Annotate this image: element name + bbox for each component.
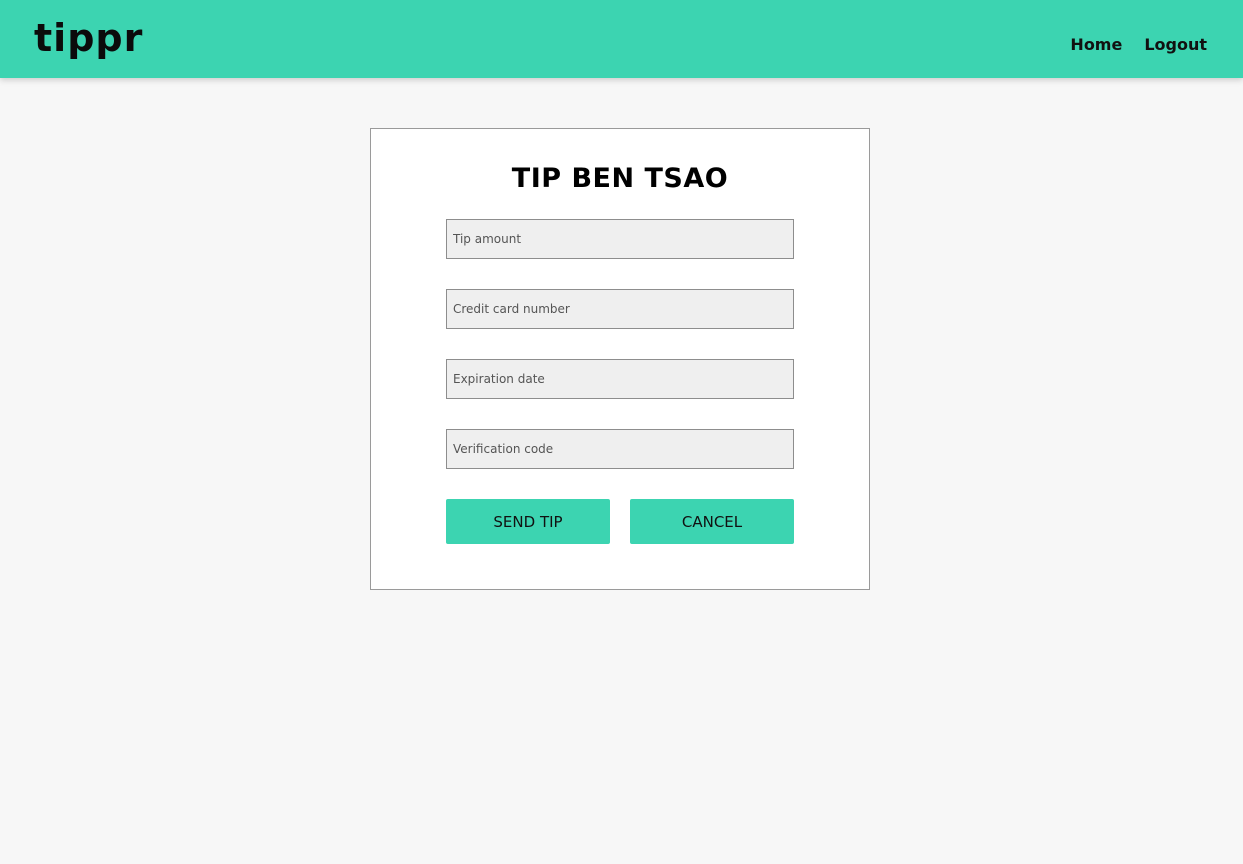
credit-card-number-input[interactable] <box>446 289 794 329</box>
send-tip-button[interactable]: SEND TIP <box>446 499 610 544</box>
tip-amount-input[interactable] <box>446 219 794 259</box>
nav-home-link[interactable]: Home <box>1070 34 1122 56</box>
nav-links: Home Logout <box>1070 34 1207 56</box>
top-navbar: tippr Home Logout <box>0 0 1243 78</box>
page-title: TIP BEN TSAO <box>511 163 729 194</box>
verification-code-input[interactable] <box>446 429 794 469</box>
nav-logout-link[interactable]: Logout <box>1144 34 1207 56</box>
tippr-logo[interactable]: tippr <box>34 14 143 62</box>
tip-form-card: TIP BEN TSAO SEND TIP CANCEL <box>370 128 870 590</box>
expiration-date-input[interactable] <box>446 359 794 399</box>
cancel-button[interactable]: CANCEL <box>630 499 794 544</box>
